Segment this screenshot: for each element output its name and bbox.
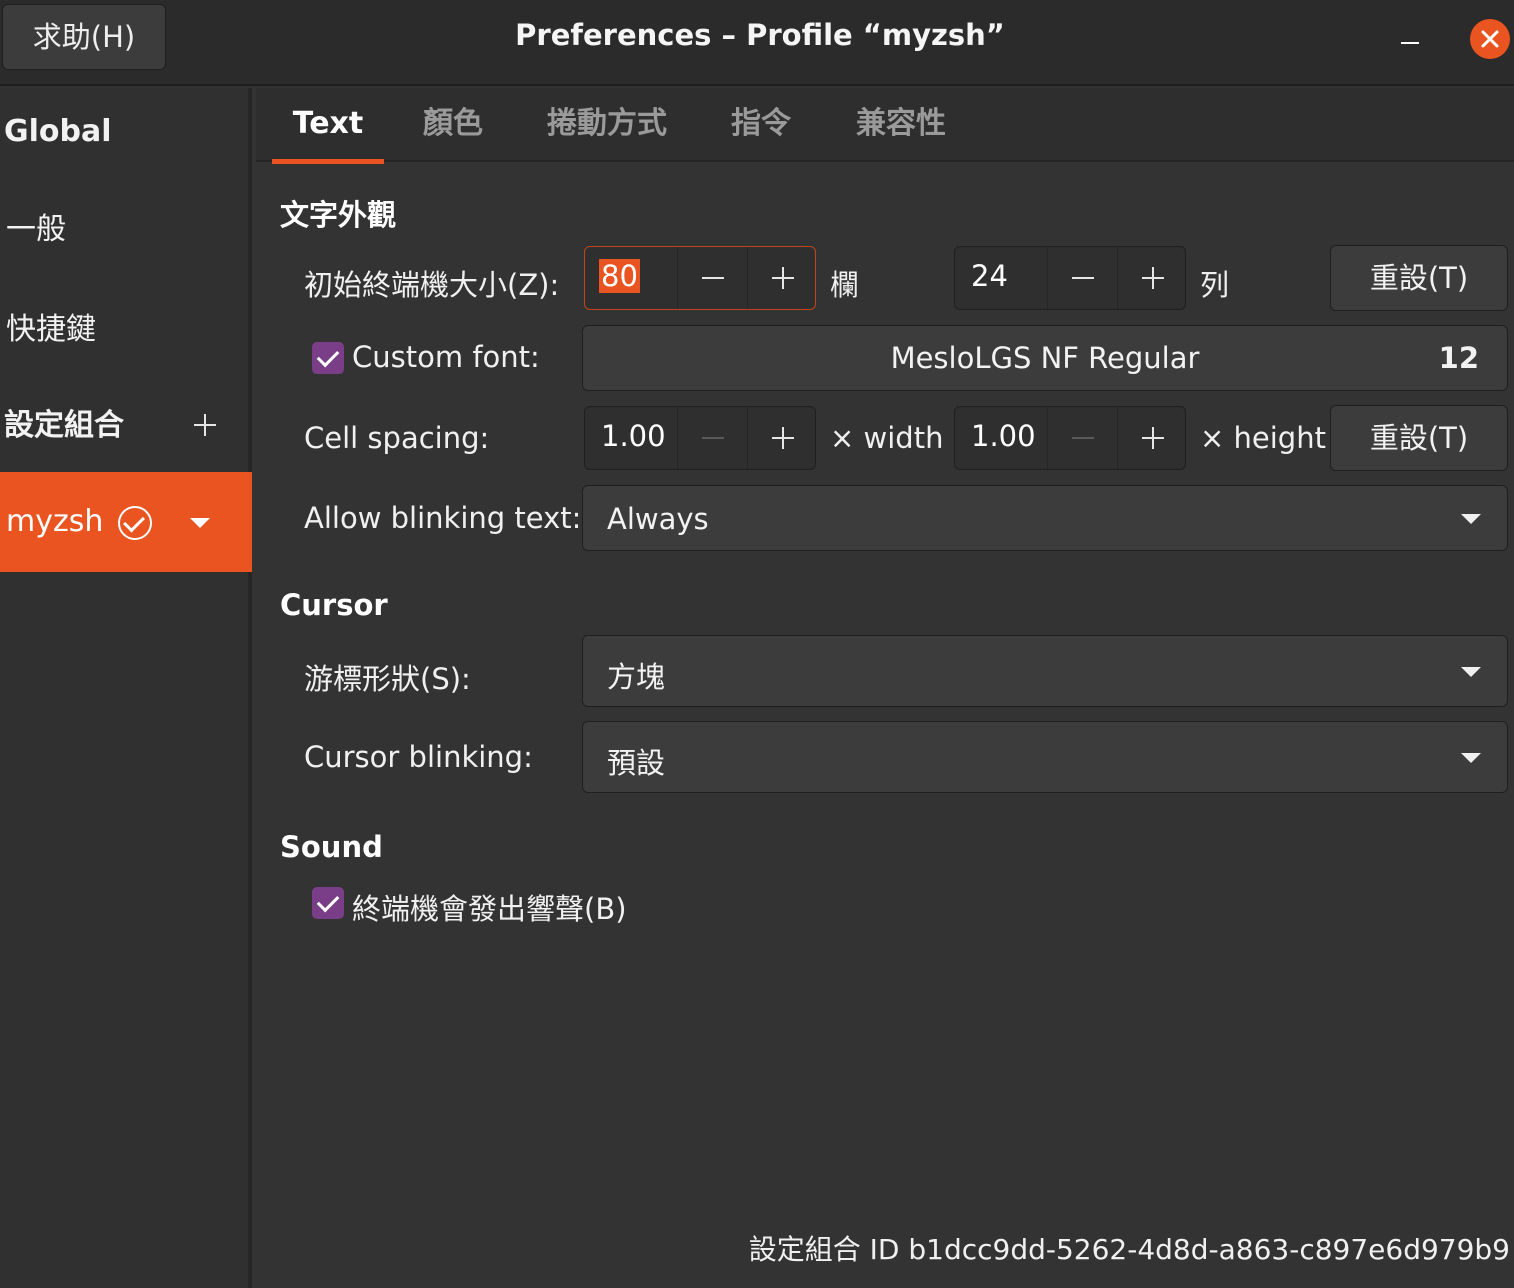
blinking-text-label: Allow blinking text: <box>304 501 582 535</box>
cell-width-decrease-button[interactable] <box>677 407 747 469</box>
columns-value[interactable]: 80 <box>599 259 640 293</box>
profile-id-label: 設定組合 ID b1dcc9dd-5262-4d8d-a863-c897e6d9… <box>748 1233 1510 1266</box>
cursor-shape-value: 方塊 <box>607 660 666 694</box>
close-icon <box>1481 30 1499 48</box>
minimize-button[interactable] <box>1390 22 1430 62</box>
columns-decrease-button[interactable] <box>677 247 747 309</box>
tab-colors[interactable]: 顏色 <box>406 88 500 162</box>
close-button[interactable] <box>1470 19 1510 59</box>
cursor-blinking-value: 預設 <box>607 746 666 780</box>
tab-compatibility[interactable]: 兼容性 <box>840 88 962 162</box>
window-title: Preferences – Profile “myzsh” <box>515 18 1005 52</box>
minus-icon <box>1072 437 1094 439</box>
sound-heading: Sound <box>280 830 383 864</box>
minus-icon <box>1072 277 1094 279</box>
cursor-blinking-dropdown[interactable]: 預設 <box>582 721 1508 793</box>
cell-height-unit: × height <box>1200 421 1326 455</box>
cell-spacing-label: Cell spacing: <box>304 421 490 455</box>
text-appearance-heading: 文字外觀 <box>280 198 397 232</box>
custom-font-label: Custom font: <box>352 340 540 374</box>
sidebar: Global 一般 快捷鍵 設定組合 myzsh <box>0 88 252 1288</box>
rows-decrease-button[interactable] <box>1047 247 1117 309</box>
cursor-shape-dropdown[interactable]: 方塊 <box>582 635 1508 707</box>
cursor-shape-label: 游標形狀(S): <box>304 662 471 696</box>
cell-height-spinner[interactable]: 1.00 <box>954 406 1186 470</box>
sidebar-item-general[interactable]: 一般 <box>0 200 252 260</box>
tab-scrolling[interactable]: 捲動方式 <box>530 88 684 162</box>
help-menu-button[interactable]: 求助(H) <box>2 4 166 70</box>
sidebar-item-shortcuts[interactable]: 快捷鍵 <box>0 300 252 360</box>
font-chooser-button[interactable]: MesloLGS NF Regular 12 <box>582 325 1508 391</box>
custom-font-checkbox[interactable] <box>312 342 344 374</box>
cell-height-increase-button[interactable] <box>1117 407 1187 469</box>
minimize-icon <box>1401 42 1419 44</box>
chevron-down-icon <box>1461 514 1481 524</box>
add-profile-icon[interactable] <box>190 410 220 440</box>
sidebar-item-global[interactable]: Global <box>0 102 252 162</box>
chevron-down-icon <box>1461 753 1481 763</box>
chevron-down-icon <box>1461 667 1481 677</box>
cell-width-spinner[interactable]: 1.00 <box>584 406 816 470</box>
rows-value[interactable]: 24 <box>971 259 1008 293</box>
blinking-text-value: Always <box>607 502 709 536</box>
cell-height-decrease-button[interactable] <box>1047 407 1117 469</box>
font-name: MesloLGS NF Regular <box>890 341 1200 375</box>
reset-size-button[interactable]: 重設(T) <box>1330 245 1508 311</box>
rows-increase-button[interactable] <box>1117 247 1187 309</box>
initial-size-label: 初始終端機大小(Z): <box>304 268 560 302</box>
profile-menu-chevron-down-icon[interactable] <box>190 518 210 528</box>
font-size: 12 <box>1438 341 1479 375</box>
tab-bar: Text 顏色 捲動方式 指令 兼容性 <box>256 88 1514 164</box>
terminal-bell-checkbox[interactable] <box>312 887 344 919</box>
minus-icon <box>702 437 724 439</box>
tab-text[interactable]: Text <box>272 88 384 164</box>
header-bar: 求助(H) Preferences – Profile “myzsh” <box>0 0 1514 86</box>
tab-command[interactable]: 指令 <box>714 88 808 162</box>
rows-unit-label: 列 <box>1200 268 1230 302</box>
cell-height-value[interactable]: 1.00 <box>971 419 1036 453</box>
default-profile-check-icon <box>118 506 152 540</box>
cell-width-value[interactable]: 1.00 <box>601 419 666 453</box>
cell-width-increase-button[interactable] <box>747 407 817 469</box>
sidebar-item-profile-myzsh[interactable]: myzsh <box>0 472 252 572</box>
columns-spinner[interactable]: 80 <box>584 246 816 310</box>
reset-spacing-button[interactable]: 重設(T) <box>1330 405 1508 471</box>
columns-increase-button[interactable] <box>747 247 817 309</box>
minus-icon <box>702 277 724 279</box>
cursor-heading: Cursor <box>280 588 388 622</box>
profile-name-label: myzsh <box>6 504 104 539</box>
cell-width-unit: × width <box>830 421 944 455</box>
cursor-blinking-label: Cursor blinking: <box>304 740 533 774</box>
rows-spinner[interactable]: 24 <box>954 246 1186 310</box>
terminal-bell-label: 終端機會發出響聲(B) <box>352 892 627 926</box>
blinking-text-dropdown[interactable]: Always <box>582 485 1508 551</box>
columns-unit-label: 欄 <box>830 268 860 302</box>
